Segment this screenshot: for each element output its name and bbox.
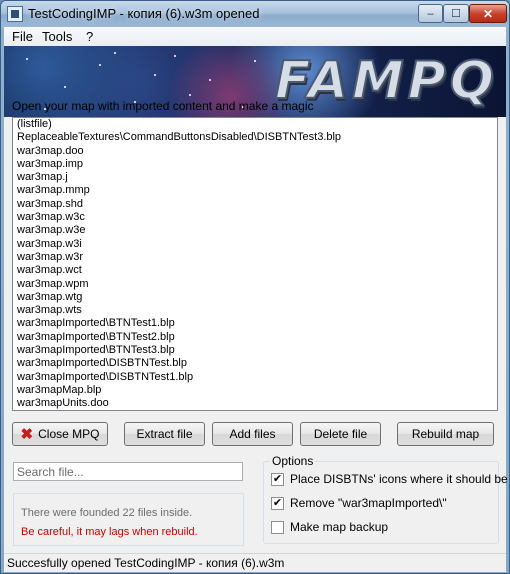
file-list-item[interactable]: war3map.w3r: [13, 251, 497, 264]
file-list-item[interactable]: war3map.j: [13, 171, 497, 184]
file-list-item[interactable]: war3map.w3c: [13, 211, 497, 224]
file-list-item[interactable]: war3mapImported\DISBTNTest.blp: [13, 357, 497, 370]
file-list-item[interactable]: war3mapImported\BTNTest1.blp: [13, 317, 497, 330]
menu-bar: File Tools ?: [4, 27, 506, 47]
option-map-backup[interactable]: Make map backup: [271, 520, 388, 534]
file-list-item[interactable]: war3mapMap.blp: [13, 384, 497, 397]
client-area: File Tools ? FAMPQ Open your map with im…: [4, 27, 508, 572]
maximize-button[interactable]: ☐: [443, 4, 469, 23]
menu-file[interactable]: File: [9, 29, 36, 44]
delete-file-button[interactable]: Delete file: [300, 422, 381, 446]
file-list-item[interactable]: war3mapImported\BTNTest3.blp: [13, 344, 497, 357]
option-remove-imported[interactable]: ✔ Remove "war3mapImported\": [271, 496, 447, 510]
file-list-item[interactable]: war3mapUnits.doo: [13, 397, 497, 410]
map-backup-checkbox[interactable]: [271, 520, 284, 534]
file-count-text: There were founded 22 files inside.: [21, 507, 193, 519]
add-files-button[interactable]: Add files: [212, 422, 293, 446]
file-list-item[interactable]: war3map.wts: [13, 304, 497, 317]
option-place-disbtns[interactable]: ✔ Place DISBTNs' icons where it should b…: [271, 472, 508, 486]
file-list-item[interactable]: war3mapImported\BTNTest2.blp: [13, 331, 497, 344]
title-bar[interactable]: TestCodingIMP - копия (6).w3m opened – ☐…: [1, 1, 509, 27]
file-list-item[interactable]: ReplaceableTextures\CommandButtonsDisabl…: [13, 131, 497, 144]
file-list-item[interactable]: war3map.shd: [13, 198, 497, 211]
file-list-item[interactable]: (listfile): [13, 118, 497, 131]
file-list-item[interactable]: war3map.wct: [13, 264, 497, 277]
remove-imported-label: Remove "war3mapImported\": [290, 496, 447, 510]
app-icon: [7, 6, 23, 22]
file-list-item[interactable]: war3map.imp: [13, 158, 497, 171]
minimize-button[interactable]: –: [418, 4, 443, 23]
close-mpq-label: Close MPQ: [38, 427, 100, 441]
rebuild-map-button[interactable]: Rebuild map: [397, 422, 494, 446]
place-disbtns-label: Place DISBTNs' icons where it should be: [290, 472, 508, 486]
search-input[interactable]: Search file...: [13, 462, 243, 481]
place-disbtns-checkbox[interactable]: ✔: [271, 472, 284, 486]
remove-imported-checkbox[interactable]: ✔: [271, 496, 284, 510]
options-group: Options ✔ Place DISBTNs' icons where it …: [263, 454, 508, 544]
close-mpq-button[interactable]: ✖ Close MPQ: [12, 422, 108, 446]
file-list-item[interactable]: war3map.w3e: [13, 224, 497, 237]
menu-tools[interactable]: Tools: [39, 29, 75, 44]
main-window: TestCodingIMP - копия (6).w3m opened – ☐…: [0, 0, 510, 574]
window-title: TestCodingIMP - копия (6).w3m opened: [28, 6, 260, 21]
file-list-item[interactable]: war3map.w3i: [13, 238, 497, 251]
map-backup-label: Make map backup: [290, 520, 389, 534]
options-legend: Options: [270, 454, 316, 468]
close-button[interactable]: ✕: [469, 4, 507, 23]
menu-help[interactable]: ?: [83, 29, 96, 44]
rebuild-warning-text: Be careful, it may lags when rebuild.: [21, 526, 198, 538]
status-text: Succesfully opened TestCodingIMP - копия…: [7, 556, 285, 570]
status-bar: Succesfully opened TestCodingIMP - копия…: [4, 553, 506, 572]
extract-file-button[interactable]: Extract file: [124, 422, 205, 446]
close-x-icon: ✖: [20, 426, 34, 443]
file-list-item[interactable]: war3map.wpm: [13, 278, 497, 291]
info-box: There were founded 22 files inside. Be c…: [13, 493, 244, 546]
file-list-item[interactable]: war3map.wtg: [13, 291, 497, 304]
file-list-item[interactable]: war3map.mmp: [13, 184, 497, 197]
file-list-item[interactable]: war3map.doo: [13, 145, 497, 158]
file-list[interactable]: (listfile) ReplaceableTextures\CommandBut…: [12, 117, 498, 411]
instruction-label: Open your map with imported content and …: [12, 99, 314, 113]
file-list-item[interactable]: war3mapImported\DISBTNTest1.blp: [13, 371, 497, 384]
